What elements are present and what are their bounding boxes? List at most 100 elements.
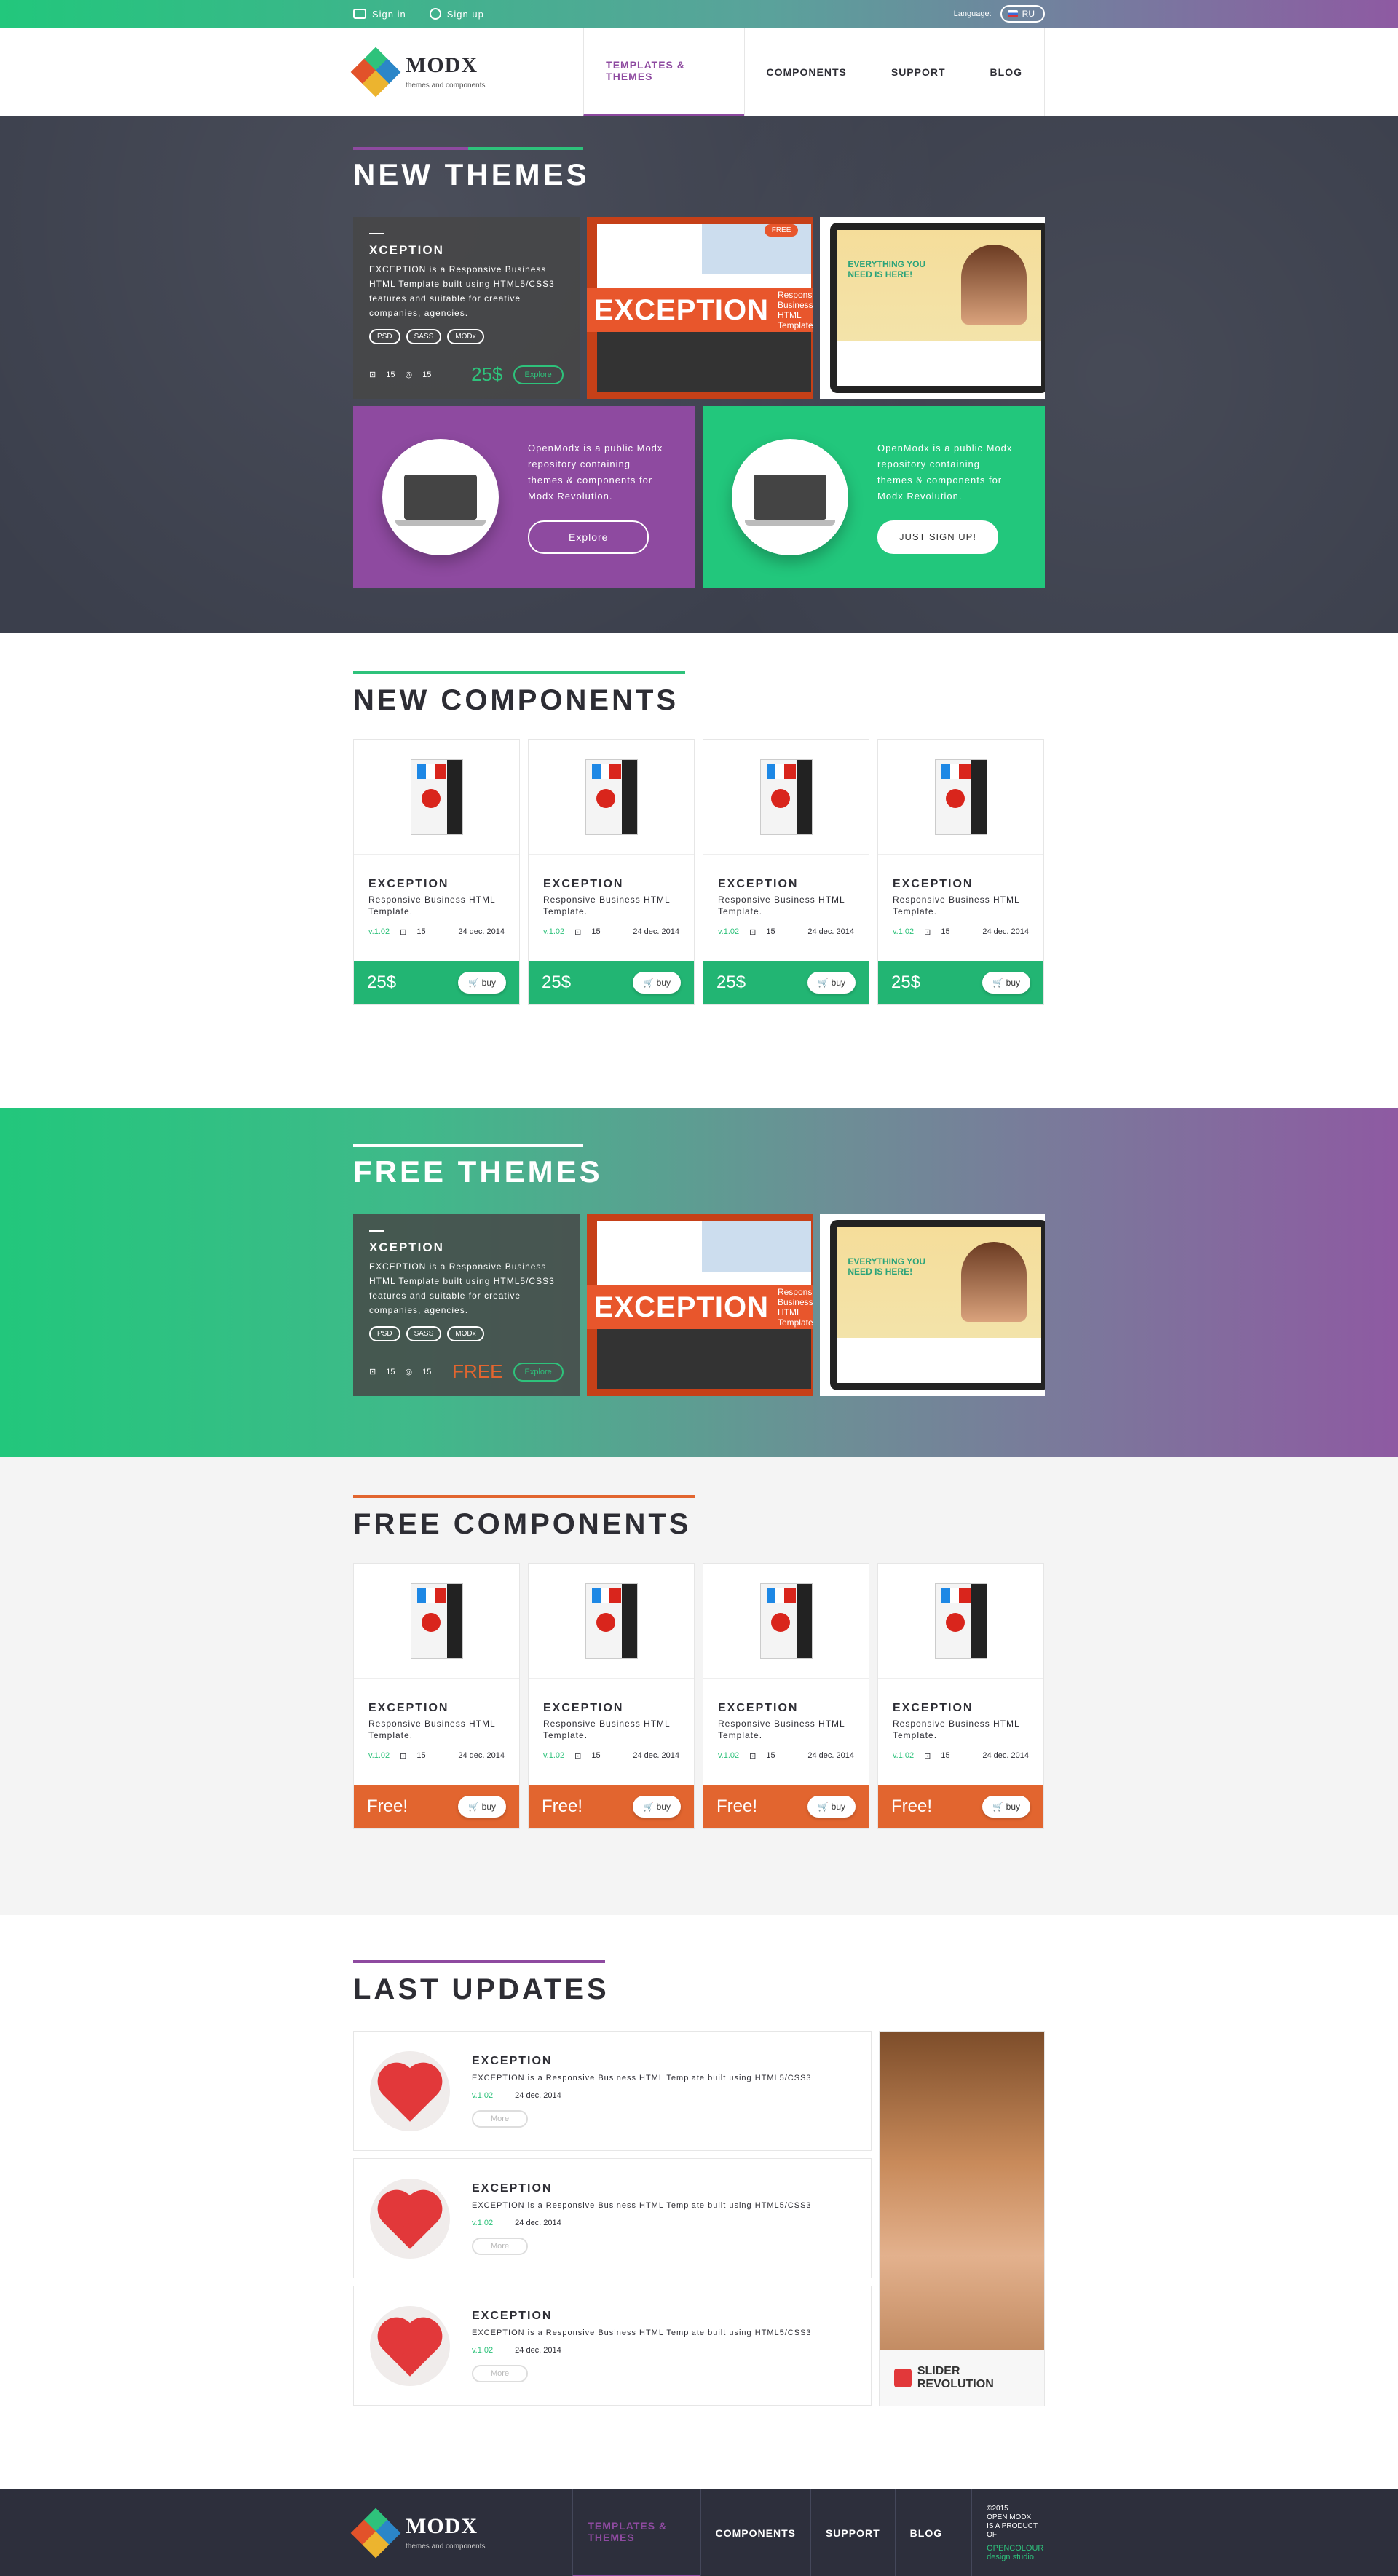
component-card[interactable]: EXCEPTION Responsive Business HTML Templa… bbox=[528, 1563, 695, 1829]
buy-label: buy bbox=[481, 1802, 496, 1812]
promo-text: OpenModx is a public Modx repository con… bbox=[528, 443, 663, 502]
tag-sass[interactable]: SASS bbox=[406, 329, 442, 344]
buy-button[interactable]: 🛒 buy bbox=[982, 972, 1030, 994]
sign-up-button[interactable]: JUST SIGN UP! bbox=[877, 520, 998, 554]
tag-sass[interactable]: SASS bbox=[406, 1326, 442, 1341]
explore-button[interactable]: Explore bbox=[513, 1362, 564, 1382]
title-accent bbox=[353, 1960, 605, 1963]
footer-nav-blog[interactable]: BLOG bbox=[894, 2489, 957, 2576]
sign-up-link[interactable]: Sign up bbox=[429, 8, 484, 20]
key-icon bbox=[429, 8, 441, 20]
footer-logo[interactable]: MODX themes and components bbox=[350, 2508, 561, 2559]
downloads-count: 15 bbox=[386, 370, 395, 379]
section-title: FREE COMPONENTS bbox=[353, 1508, 692, 1540]
card-footer: Free! 🛒 buy bbox=[703, 1785, 869, 1828]
component-card[interactable]: EXCEPTION Responsive Business HTML Templa… bbox=[353, 1563, 520, 1829]
component-card[interactable]: EXCEPTION Responsive Business HTML Templa… bbox=[703, 739, 869, 1005]
component-price: Free! bbox=[716, 1796, 758, 1816]
theme-preview-exception[interactable]: EXCEPTIONResponsive Business HTML Templa… bbox=[586, 1214, 813, 1396]
promo-explore: OpenModx is a public Modx repository con… bbox=[353, 406, 695, 588]
featured-theme-card[interactable]: XCEPTION EXCEPTION is a Responsive Busin… bbox=[353, 217, 580, 399]
component-price: 25$ bbox=[891, 972, 921, 992]
logo-mark-icon bbox=[350, 47, 401, 98]
ad-label: SLIDER REVOLUTION bbox=[917, 2365, 994, 2390]
preview-banner-title: EXCEPTION bbox=[593, 293, 769, 326]
buy-button[interactable]: 🛒 buy bbox=[807, 972, 856, 994]
logo[interactable]: MODX themes and components bbox=[350, 47, 572, 98]
component-card[interactable]: EXCEPTION Responsive Business HTML Templa… bbox=[703, 1563, 869, 1829]
update-item[interactable]: EXCEPTION EXCEPTION is a Responsive Busin… bbox=[353, 2286, 872, 2406]
component-name: EXCEPTION bbox=[543, 1702, 624, 1714]
update-date: 24 dec. 2014 bbox=[515, 2090, 561, 2100]
buy-button[interactable]: 🛒 buy bbox=[458, 972, 506, 994]
component-version: v.1.02 bbox=[543, 927, 565, 936]
tag-modx[interactable]: MODx bbox=[447, 329, 484, 344]
tag-modx[interactable]: MODx bbox=[447, 1326, 484, 1341]
product-box-image bbox=[703, 740, 869, 855]
main-nav: TEMPLATES & THEMES COMPONENTS SUPPORT BL… bbox=[583, 28, 1045, 116]
theme-preview-laptop[interactable]: EVERYTHING YOU NEED IS HERE! bbox=[820, 217, 1045, 399]
more-button[interactable]: More bbox=[472, 2237, 529, 2255]
nav-support[interactable]: SUPPORT bbox=[868, 28, 968, 116]
laptop-icon bbox=[382, 439, 499, 555]
explore-button[interactable]: Explore bbox=[513, 365, 564, 384]
preview-headline: EVERYTHING YOU NEED IS HERE! bbox=[848, 1256, 926, 1277]
tag-psd[interactable]: PSD bbox=[369, 1326, 400, 1341]
component-date: 24 dec. 2014 bbox=[458, 1751, 505, 1760]
footer-nav-components[interactable]: COMPONENTS bbox=[700, 2489, 810, 2576]
theme-preview-laptop[interactable]: EVERYTHING YOU NEED IS HERE! bbox=[820, 1214, 1045, 1396]
last-updates-section: LAST UPDATES EXCEPTION EXCEPTION is a Res… bbox=[0, 1915, 1398, 2489]
footer-nav-templates-themes[interactable]: TEMPLATES & THEMES bbox=[572, 2489, 700, 2576]
product-box-image bbox=[878, 1564, 1043, 1679]
product-box-image bbox=[703, 1564, 869, 1679]
sign-in-label: Sign in bbox=[372, 8, 406, 20]
slider-revolution-ad[interactable]: SLIDER REVOLUTION bbox=[879, 2031, 1045, 2406]
cart-icon: 🛒 bbox=[468, 978, 482, 988]
more-button[interactable]: More bbox=[472, 2109, 529, 2128]
cart-icon: 🛒 bbox=[818, 1802, 832, 1812]
studio-name[interactable]: OPENCOLOUR bbox=[987, 2544, 1045, 2553]
tag-psd[interactable]: PSD bbox=[369, 329, 400, 344]
brand-tagline: themes and components bbox=[406, 82, 486, 90]
buy-label: buy bbox=[656, 1802, 671, 1812]
component-desc: Responsive Business HTML Template. bbox=[718, 1719, 845, 1740]
copyright-year: ©2015 bbox=[987, 2505, 1008, 2513]
update-item[interactable]: EXCEPTION EXCEPTION is a Responsive Busin… bbox=[353, 2158, 872, 2278]
nav-templates-themes[interactable]: TEMPLATES & THEMES bbox=[583, 28, 744, 116]
buy-button[interactable]: 🛒 buy bbox=[633, 1796, 681, 1818]
component-price: 25$ bbox=[716, 972, 746, 992]
update-name: EXCEPTION bbox=[472, 2054, 553, 2067]
explore-promo-button[interactable]: Explore bbox=[528, 520, 649, 554]
buy-label: buy bbox=[481, 978, 496, 988]
footer-nav-support[interactable]: SUPPORT bbox=[810, 2489, 895, 2576]
more-button[interactable]: More bbox=[472, 2364, 529, 2382]
featured-theme-card[interactable]: XCEPTION EXCEPTION is a Responsive Busin… bbox=[353, 1214, 580, 1396]
studio-sub: design studio bbox=[987, 2553, 1034, 2561]
buy-button[interactable]: 🛒 buy bbox=[807, 1796, 856, 1818]
promo-signup: OpenModx is a public Modx repository con… bbox=[703, 406, 1045, 588]
update-item[interactable]: EXCEPTION EXCEPTION is a Responsive Busin… bbox=[353, 2031, 872, 2151]
language-select[interactable]: RU bbox=[1000, 5, 1045, 23]
sign-in-link[interactable]: Sign in bbox=[353, 9, 406, 20]
component-card[interactable]: EXCEPTION Responsive Business HTML Templa… bbox=[528, 739, 695, 1005]
promo-text: OpenModx is a public Modx repository con… bbox=[877, 443, 1013, 502]
component-card[interactable]: EXCEPTION Responsive Business HTML Templa… bbox=[353, 739, 520, 1005]
component-price: Free! bbox=[542, 1796, 583, 1816]
buy-button[interactable]: 🛒 buy bbox=[458, 1796, 506, 1818]
update-version: v.1.02 bbox=[472, 2218, 494, 2227]
views-count: 15 bbox=[422, 1367, 432, 1376]
downloads-count: 15 bbox=[386, 1367, 395, 1376]
component-card[interactable]: EXCEPTION Responsive Business HTML Templa… bbox=[877, 739, 1044, 1005]
nav-components[interactable]: COMPONENTS bbox=[743, 28, 869, 116]
flag-icon bbox=[1007, 10, 1018, 17]
card-footer: Free! 🛒 buy bbox=[529, 1785, 694, 1828]
download-count: 15 bbox=[766, 1751, 775, 1760]
component-card[interactable]: EXCEPTION Responsive Business HTML Templa… bbox=[877, 1563, 1044, 1829]
theme-preview-exception[interactable]: FREE EXCEPTIONResponsive Business HTML T… bbox=[586, 217, 813, 399]
buy-button[interactable]: 🛒 buy bbox=[982, 1796, 1030, 1818]
buy-button[interactable]: 🛒 buy bbox=[633, 972, 681, 994]
component-desc: Responsive Business HTML Template. bbox=[368, 1719, 496, 1740]
component-version: v.1.02 bbox=[543, 1751, 565, 1760]
component-date: 24 dec. 2014 bbox=[633, 927, 679, 936]
nav-blog[interactable]: BLOG bbox=[967, 28, 1045, 116]
